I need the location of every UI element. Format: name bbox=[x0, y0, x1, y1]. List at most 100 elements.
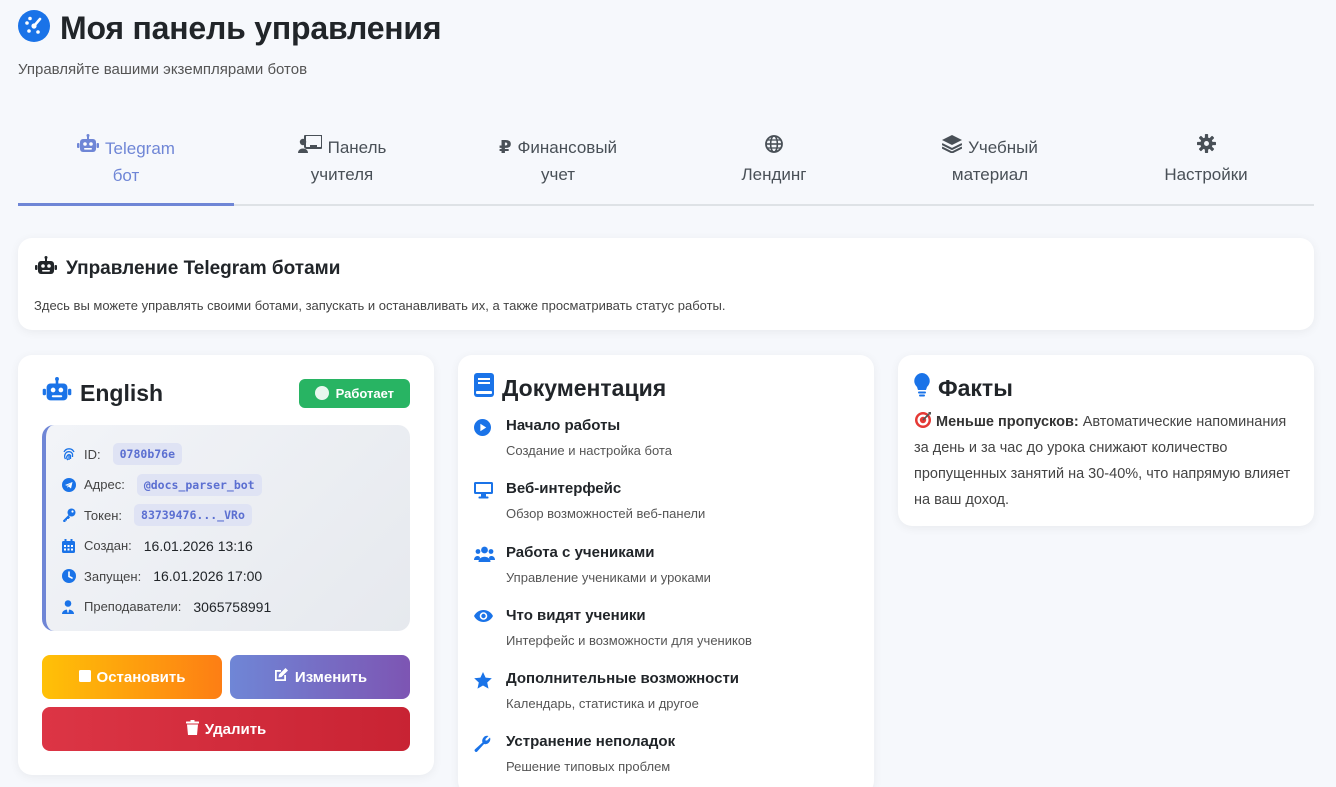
doc-item-getting-started[interactable]: Начало работы Создание и настройка бота bbox=[474, 409, 858, 472]
tab-label-line1: Telegram bbox=[105, 138, 175, 158]
page-subtitle: Управляйте вашими экземплярами ботов bbox=[18, 61, 308, 78]
page-title: Моя панель управления bbox=[60, 10, 442, 46]
trash-icon bbox=[185, 719, 199, 739]
doc-item-title: Устранение неполадок bbox=[506, 733, 676, 751]
doc-item-desc: Создание и настройка бота bbox=[506, 443, 672, 458]
tab-label-line2: материал bbox=[951, 165, 1029, 184]
detail-label: ID: bbox=[84, 446, 101, 462]
monitor-icon bbox=[474, 480, 493, 535]
detail-id: ID: 0780b76e bbox=[62, 439, 394, 470]
tab-label-line2: Настройки bbox=[1164, 165, 1248, 184]
tab-label-line2: Лендинг bbox=[741, 165, 807, 184]
clock-icon bbox=[62, 569, 76, 584]
detail-value: 16.01.2026 17:00 bbox=[153, 568, 263, 585]
doc-item-students[interactable]: Работа с учениками Управление учениками и… bbox=[474, 536, 858, 599]
doc-item-title: Дополнительные возможности bbox=[506, 670, 740, 688]
robot-icon bbox=[34, 256, 58, 282]
facts-text: Меньше пропусков: Автоматические напомин… bbox=[914, 409, 1298, 513]
tab-settings[interactable]: Настройки bbox=[1098, 124, 1314, 204]
detail-value: 0780b76e bbox=[112, 443, 183, 466]
doc-item-desc: Обзор возможностей веб-панели bbox=[506, 506, 706, 522]
doc-item-desc: Управление учениками и уроками bbox=[506, 569, 711, 585]
documentation-title: Документация bbox=[502, 374, 667, 401]
detail-label: Создан: bbox=[84, 538, 132, 554]
users-icon bbox=[474, 544, 495, 599]
detail-token: Токен: 83739476..._VRo bbox=[62, 500, 394, 531]
tab-study-material[interactable]: Учебный материал bbox=[882, 124, 1098, 204]
teacher-icon bbox=[62, 599, 76, 614]
delete-button[interactable]: Удалить bbox=[42, 707, 410, 751]
tab-label-line1: Учебный bbox=[968, 138, 1038, 157]
dashboard-gauge-icon bbox=[18, 10, 50, 47]
ruble-icon: ₽ bbox=[498, 137, 512, 157]
facts-bold: Меньше пропусков: bbox=[936, 414, 1079, 430]
bot-card: English Работает ID: 0780b76e Адрес: @do… bbox=[18, 355, 434, 775]
teacher-board-icon bbox=[297, 134, 323, 161]
stop-icon bbox=[78, 669, 91, 686]
detail-value[interactable]: @docs_parser_bot bbox=[136, 473, 262, 496]
detail-value: 83739476..._VRo bbox=[134, 504, 252, 527]
doc-item-extras[interactable]: Дополнительные возможности Календарь, ста… bbox=[474, 662, 858, 725]
status-dot-icon bbox=[314, 386, 329, 400]
robot-icon bbox=[77, 134, 100, 162]
detail-label: Токен: bbox=[84, 507, 123, 523]
detail-value: 16.01.2026 13:16 bbox=[143, 537, 253, 554]
stop-button[interactable]: Остановить bbox=[42, 655, 222, 699]
fingerprint-icon bbox=[62, 447, 76, 461]
doc-item-web-interface[interactable]: Веб-интерфейс Обзор возможностей веб-пане… bbox=[474, 472, 858, 535]
detail-started: Запущен: 16.01.2026 17:00 bbox=[62, 561, 394, 592]
detail-label: Преподаватели: bbox=[84, 599, 182, 615]
doc-item-troubleshooting[interactable]: Устранение неполадок Решение типовых проб… bbox=[474, 725, 858, 787]
status-label: Работает bbox=[335, 385, 394, 401]
doc-item-desc: Решение типовых проблем bbox=[506, 759, 671, 775]
doc-item-title: Что видят ученики bbox=[506, 606, 646, 624]
tab-label-line1: Панель bbox=[327, 138, 387, 157]
tab-label-line1: Финансовый bbox=[517, 138, 618, 157]
facts-title: Факты bbox=[938, 374, 1013, 401]
info-card: Управление Telegram ботами Здесь вы може… bbox=[18, 238, 1314, 330]
edit-label: Изменить bbox=[294, 668, 368, 686]
main-tabs: Telegram бот Панель учителя ₽ Финансовый… bbox=[18, 124, 1314, 206]
detail-address: Адрес: @docs_parser_bot bbox=[62, 470, 394, 501]
lightbulb-icon bbox=[914, 373, 930, 403]
tab-finance[interactable]: ₽ Финансовый учет bbox=[450, 124, 666, 204]
doc-item-desc: Календарь, статистика и другое bbox=[506, 696, 699, 712]
status-badge: Работает bbox=[298, 378, 410, 408]
play-circle-icon bbox=[474, 417, 492, 472]
info-title: Управление Telegram ботами bbox=[66, 258, 341, 279]
tab-telegram-bot[interactable]: Telegram бот bbox=[18, 124, 234, 206]
eye-icon bbox=[474, 607, 493, 662]
edit-button[interactable]: Изменить bbox=[230, 655, 410, 699]
robot-icon bbox=[42, 377, 72, 409]
doc-item-desc: Интерфейс и возможности для учеников bbox=[506, 632, 752, 648]
bot-details: ID: 0780b76e Адрес: @docs_parser_bot Ток… bbox=[42, 425, 410, 631]
tab-teacher-panel[interactable]: Панель учителя bbox=[234, 124, 450, 204]
tab-label-line2: бот bbox=[112, 166, 140, 185]
tab-label-line2: учителя bbox=[310, 165, 374, 184]
detail-created: Создан: 16.01.2026 13:16 bbox=[62, 531, 394, 562]
tab-label-line2: учет bbox=[540, 165, 576, 184]
edit-icon bbox=[273, 667, 289, 687]
tab-landing[interactable]: Лендинг bbox=[666, 124, 882, 204]
detail-teachers: Преподаватели: 3065758991 bbox=[62, 592, 394, 623]
layers-icon bbox=[941, 134, 963, 161]
book-icon bbox=[474, 373, 494, 403]
facts-card: Факты Меньше пропусков: Автоматические н… bbox=[898, 355, 1314, 526]
bot-name: English bbox=[80, 379, 164, 406]
doc-item-title: Веб-интерфейс bbox=[506, 480, 622, 498]
doc-item-title: Начало работы bbox=[506, 417, 621, 434]
calendar-icon bbox=[62, 538, 76, 553]
globe-icon bbox=[765, 134, 783, 161]
info-text: Здесь вы можете управлять своими ботами,… bbox=[34, 298, 726, 313]
doc-item-student-view[interactable]: Что видят ученики Интерфейс и возможности… bbox=[474, 599, 858, 662]
wrench-icon bbox=[474, 733, 492, 787]
doc-item-title: Работа с учениками bbox=[506, 543, 655, 561]
gear-icon bbox=[1196, 134, 1216, 161]
page-header: Моя панель управления Управляйте вашими … bbox=[18, 10, 442, 78]
documentation-card: Документация Начало работы Создание и нас… bbox=[458, 355, 874, 787]
stop-label: Остановить bbox=[96, 668, 186, 686]
detail-value: 3065758991 bbox=[193, 598, 272, 615]
delete-label: Удалить bbox=[204, 720, 267, 738]
target-icon bbox=[914, 412, 932, 430]
telegram-icon bbox=[62, 477, 76, 492]
